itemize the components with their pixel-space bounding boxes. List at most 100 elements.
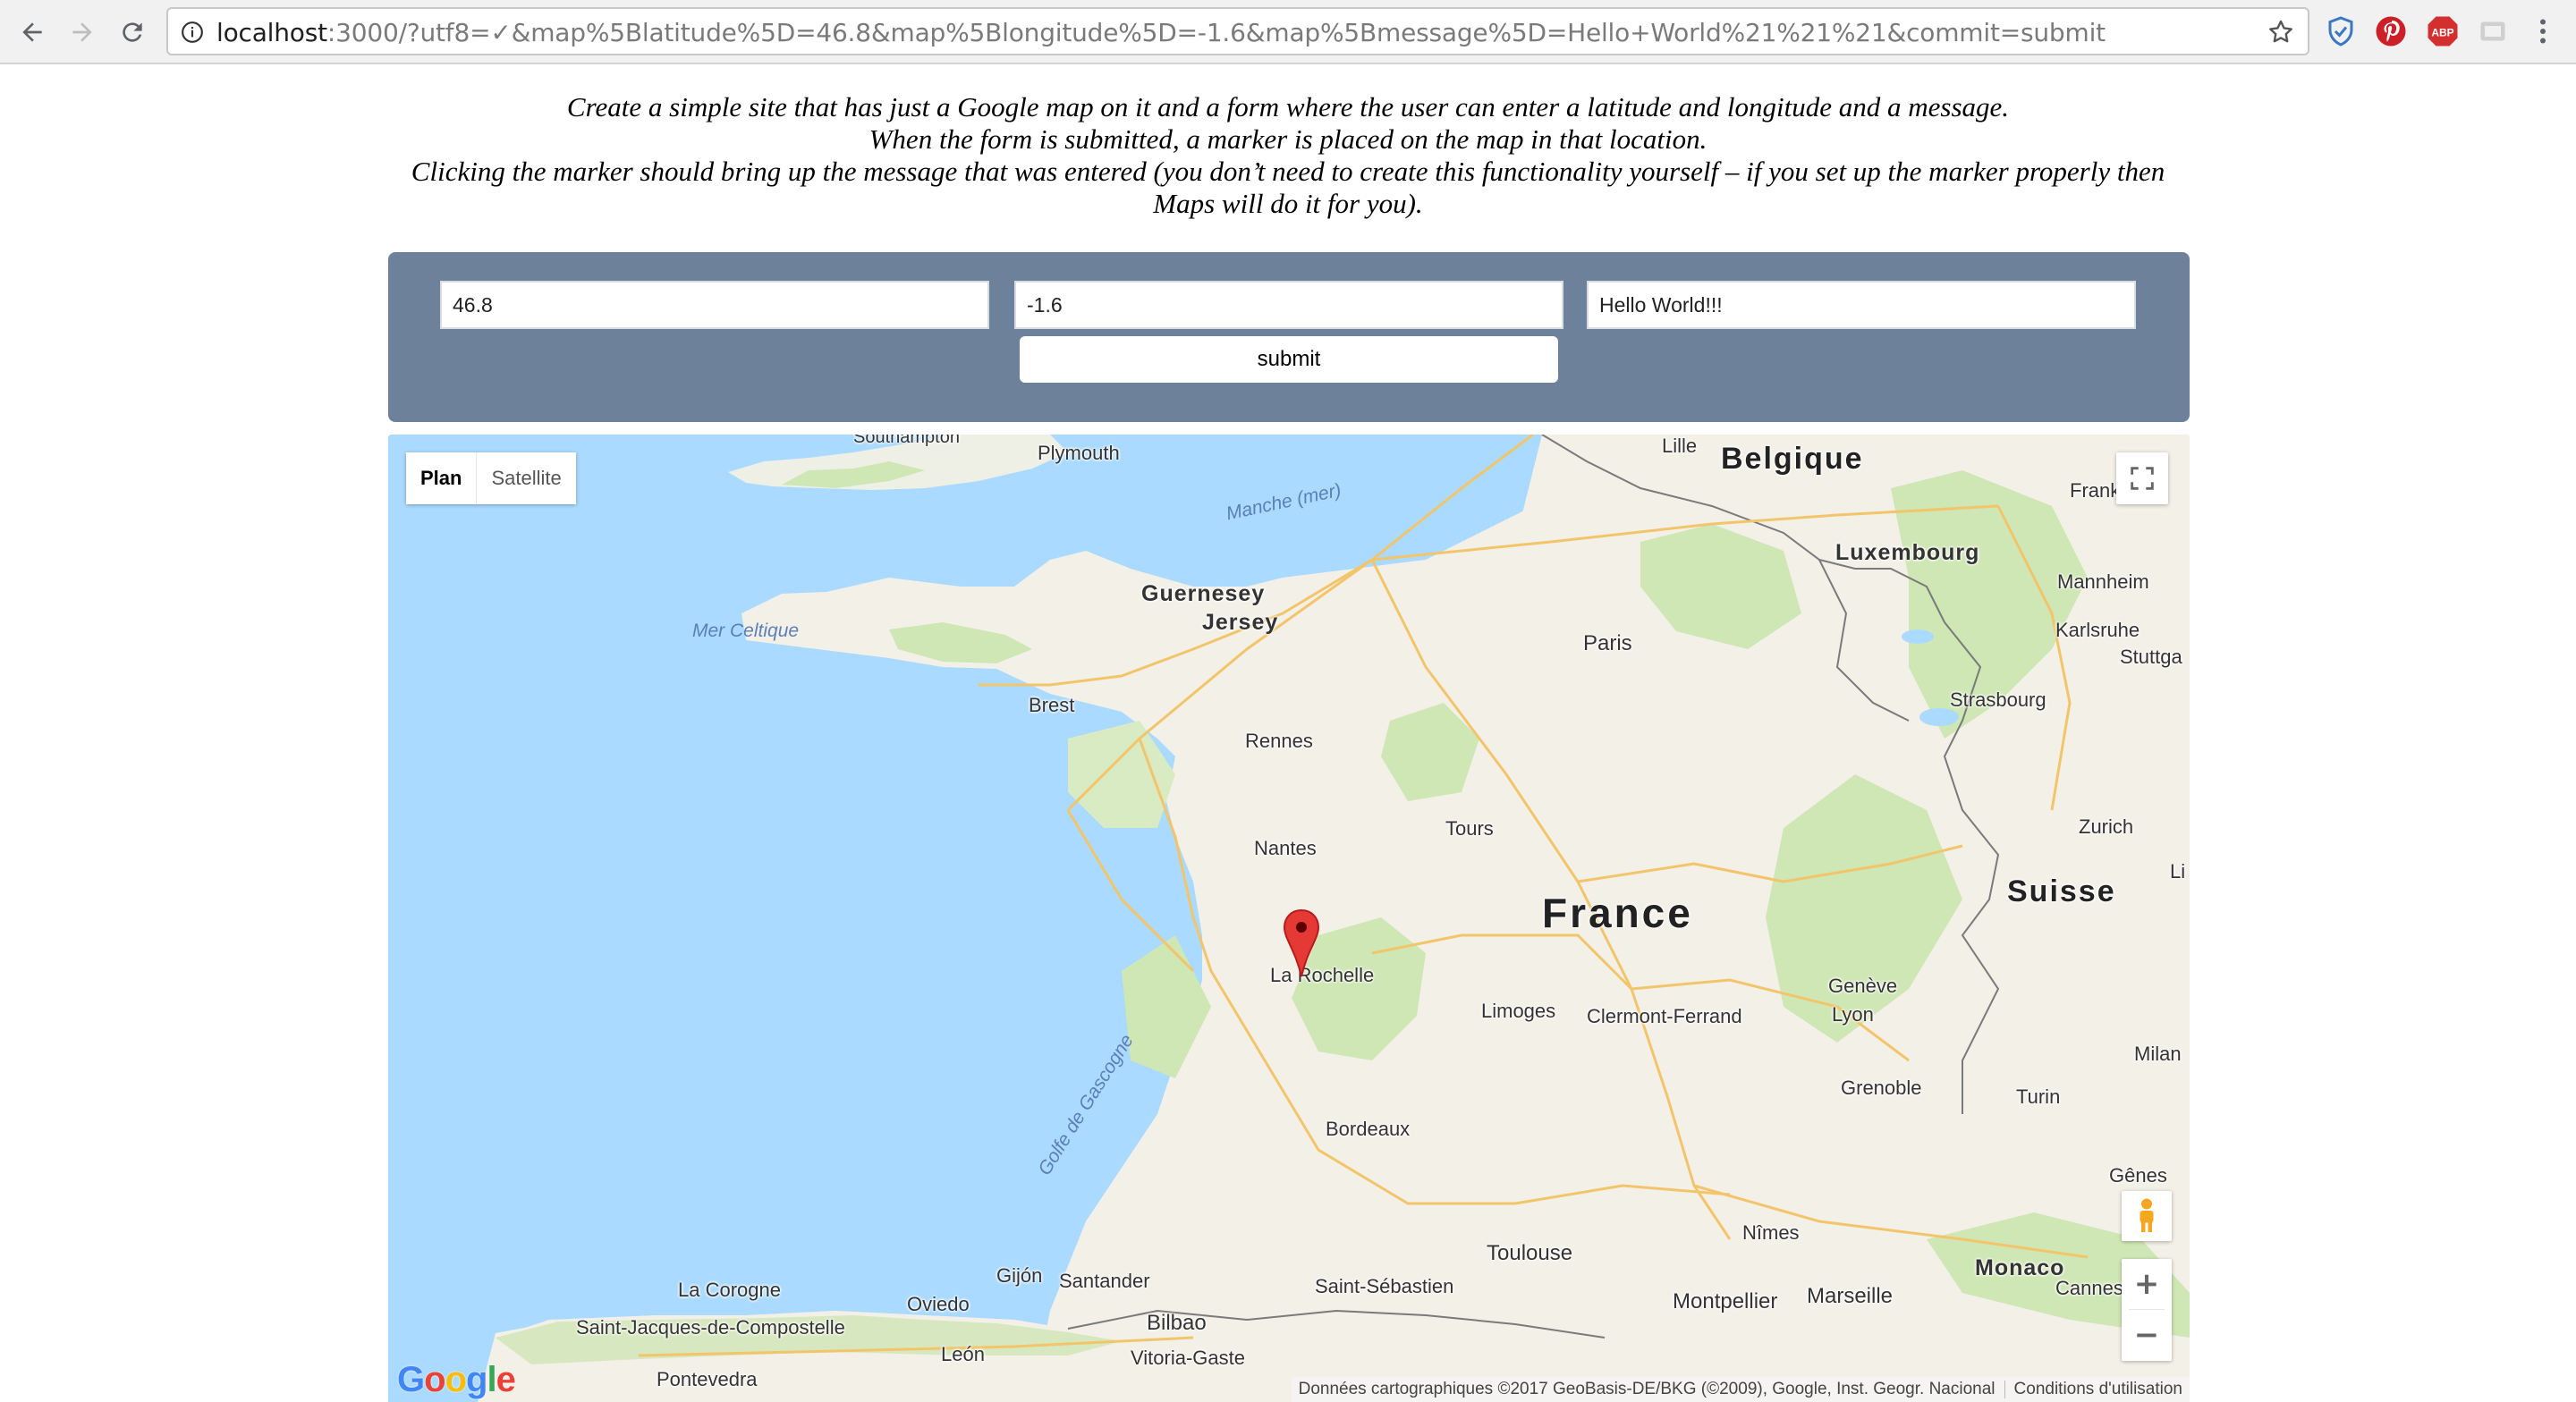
label-leon: León xyxy=(941,1343,985,1365)
zoom-in-button[interactable]: + xyxy=(2122,1259,2172,1309)
zoom-control: + − xyxy=(2122,1259,2172,1361)
marker-form: submit xyxy=(388,252,2190,422)
label-toulouse: Toulouse xyxy=(1487,1241,1573,1265)
label-france: France xyxy=(1542,890,1693,936)
label-bordeaux: Bordeaux xyxy=(1326,1118,1411,1140)
back-icon xyxy=(22,22,42,42)
star-icon[interactable] xyxy=(2267,18,2295,46)
map-type-control: Plan Satellite xyxy=(406,452,576,504)
label-gijon: Gijón xyxy=(996,1264,1043,1287)
label-tours: Tours xyxy=(1445,817,1494,840)
label-zurich: Zurich xyxy=(2079,815,2134,838)
label-geneve: Genève xyxy=(1828,975,1898,997)
fullscreen-button[interactable] xyxy=(2116,452,2168,504)
shield-extension-button[interactable] xyxy=(2324,14,2358,48)
label-southampton: Southampton xyxy=(853,435,960,447)
label-strasbourg: Strasbourg xyxy=(1950,688,2046,711)
attribution-divider xyxy=(2004,1381,2005,1398)
longitude-input[interactable] xyxy=(1014,281,1563,329)
instructions-line-1: Create a simple site that has just a Goo… xyxy=(566,91,2010,122)
fullscreen-icon xyxy=(2131,467,2154,490)
map-marker[interactable] xyxy=(1283,908,1320,978)
label-plymouth: Plymouth xyxy=(1038,442,1120,464)
menu-icon xyxy=(2540,19,2546,44)
google-logo-letter: g xyxy=(466,1360,487,1399)
label-santander: Santander xyxy=(1059,1270,1150,1292)
pinterest-button[interactable] xyxy=(2374,14,2408,48)
browser-toolbar: localhost:3000/?utf8=✓&map%5Blatitude%5D… xyxy=(0,0,2576,64)
label-lille: Lille xyxy=(1662,435,1698,457)
label-luxembourg: Luxembourg xyxy=(1835,540,1980,565)
url-host: localhost xyxy=(216,18,327,47)
label-turin: Turin xyxy=(2016,1085,2061,1108)
map-attribution: Données cartographiques ©2017 GeoBasis-D… xyxy=(1291,1377,2190,1402)
instructions-line-3: Clicking the marker should bring up the … xyxy=(411,156,2165,219)
label-suisse: Suisse xyxy=(2007,874,2116,908)
label-limoges: Limoges xyxy=(1481,1000,1556,1022)
label-clermont-ferrand: Clermont-Ferrand xyxy=(1587,1005,1742,1027)
google-logo-letter: G xyxy=(397,1360,425,1399)
map-type-plan-button[interactable]: Plan xyxy=(406,452,478,504)
label-li: Li xyxy=(2170,860,2186,883)
map-type-satellite-button[interactable]: Satellite xyxy=(477,452,576,504)
label-lyon: Lyon xyxy=(1832,1003,1874,1026)
url-text[interactable]: localhost:3000/?utf8=✓&map%5Blatitude%5D… xyxy=(216,18,2106,47)
label-rennes: Rennes xyxy=(1245,730,1313,752)
pegman-icon xyxy=(2140,1198,2154,1232)
browser-menu-button[interactable] xyxy=(2526,14,2560,48)
label-cannes: Cannes xyxy=(2055,1277,2123,1299)
label-stuttgart: Stuttga xyxy=(2120,646,2182,668)
label-milan: Milan xyxy=(2134,1043,2182,1065)
label-mer-celtique: Mer Celtique xyxy=(692,621,800,641)
forward-icon xyxy=(72,22,92,42)
label-belgique: Belgique xyxy=(1721,442,1864,476)
label-saint-jacques: Saint-Jacques-de-Compostelle xyxy=(576,1316,845,1339)
street-view-pegman[interactable] xyxy=(2122,1191,2172,1241)
page-content: Create a simple site that has just a Goo… xyxy=(0,66,2576,1402)
latitude-input[interactable] xyxy=(440,281,989,329)
cast-button[interactable] xyxy=(2476,14,2510,48)
shield-extension-icon xyxy=(2328,16,2353,46)
google-logo[interactable]: Google xyxy=(397,1360,516,1400)
label-karlsruhe: Karlsruhe xyxy=(2055,619,2140,641)
forward-button[interactable] xyxy=(63,13,102,52)
adblock-button[interactable]: ABP xyxy=(2426,14,2460,48)
label-la-corogne: La Corogne xyxy=(678,1279,781,1301)
label-bilbao: Bilbao xyxy=(1147,1311,1207,1335)
attribution-text: Données cartographiques ©2017 GeoBasis-D… xyxy=(1298,1380,1996,1398)
label-oviedo: Oviedo xyxy=(907,1293,970,1315)
url-path: :3000/?utf8=✓&map%5Blatitude%5D=46.8&map… xyxy=(326,18,2106,47)
reload-button[interactable] xyxy=(113,13,152,52)
label-nantes: Nantes xyxy=(1254,837,1317,859)
reload-icon xyxy=(123,22,142,42)
adblock-icon: ABP xyxy=(2428,16,2458,46)
google-logo-letter: l xyxy=(487,1360,496,1399)
google-logo-letter: o xyxy=(445,1360,467,1399)
label-saint-sebastien: Saint-Sébastien xyxy=(1315,1275,1454,1297)
zoom-out-button[interactable]: − xyxy=(2122,1310,2172,1360)
info-icon[interactable] xyxy=(181,21,204,44)
instructions-line-2: When the form is submitted, a marker is … xyxy=(869,123,1707,155)
pinterest-icon xyxy=(2376,16,2406,46)
google-logo-letter: o xyxy=(424,1360,445,1399)
label-mannheim: Mannheim xyxy=(2057,570,2149,593)
google-logo-text: Google xyxy=(397,1360,516,1399)
label-vitoria: Vitoria-Gaste xyxy=(1131,1347,1245,1369)
lake-constance xyxy=(1902,629,1934,644)
message-input[interactable] xyxy=(1587,281,2136,329)
label-monaco: Monaco xyxy=(1975,1255,2065,1280)
google-logo-letter: e xyxy=(496,1360,516,1399)
submit-button[interactable]: submit xyxy=(1020,336,1558,383)
label-genes: Gênes xyxy=(2109,1164,2167,1187)
label-nimes: Nîmes xyxy=(1742,1221,1800,1244)
label-brest: Brest xyxy=(1029,694,1075,716)
label-montpellier: Montpellier xyxy=(1673,1289,1778,1313)
back-button[interactable] xyxy=(13,13,52,52)
terms-link[interactable]: Conditions d'utilisation xyxy=(2014,1380,2182,1399)
label-paris: Paris xyxy=(1583,631,1632,655)
google-map[interactable]: Southampton Plymouth Lille Belgique Fran… xyxy=(388,435,2190,1402)
instructions: Create a simple site that has just a Goo… xyxy=(390,91,2186,220)
address-bar[interactable]: localhost:3000/?utf8=✓&map%5Blatitude%5D… xyxy=(166,7,2309,55)
label-jersey: Jersey xyxy=(1202,610,1279,635)
label-grenoble: Grenoble xyxy=(1841,1077,1922,1099)
